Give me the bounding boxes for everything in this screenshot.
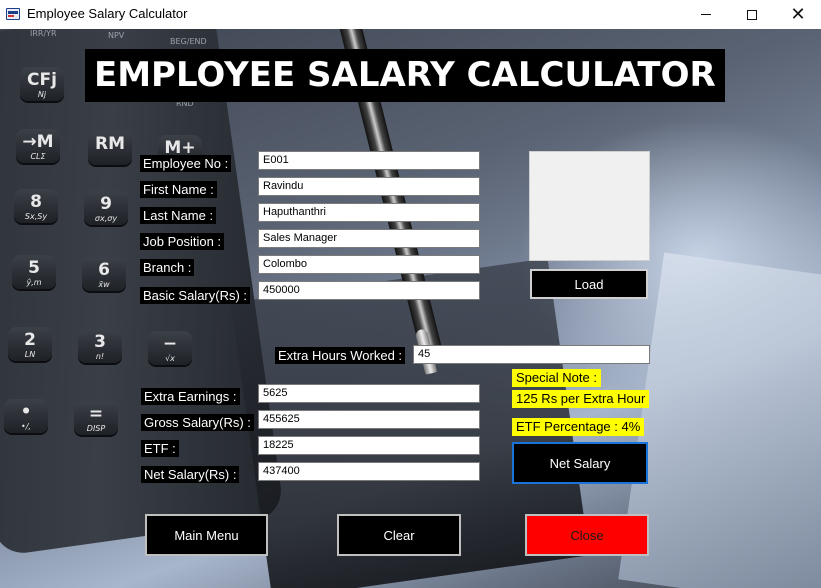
key-5-sub-text: ŷ,m	[26, 278, 42, 287]
key-3-text: 3	[94, 332, 106, 352]
last-name-label: Last Name :	[140, 207, 217, 224]
app-icon	[6, 8, 20, 20]
key-3-sub-text: n!	[95, 352, 105, 361]
job-position-label: Job Position :	[140, 233, 225, 250]
key-9-sub-text: σx,σy	[94, 214, 118, 223]
key-eq-text: =	[88, 404, 104, 424]
key-label-beg-end: BEG/END	[170, 37, 207, 46]
close-button[interactable]: Close	[525, 514, 649, 556]
extra-hours-field[interactable]: 45	[413, 345, 650, 364]
calculator-key-2: 2 LN	[8, 327, 52, 361]
calculator-key-arrow-m: →M CLΣ	[16, 129, 60, 163]
etf-percentage-note: ETF Percentage : 4%	[512, 418, 645, 436]
key-label-npv: NPV	[108, 31, 125, 40]
maximize-button[interactable]	[729, 0, 775, 29]
key-6-sub-text: x̄w	[98, 280, 110, 289]
calculator-key-rm: RM	[88, 131, 132, 165]
title-bar: Employee Salary Calculator ✕	[0, 0, 821, 29]
clear-button[interactable]: Clear	[337, 514, 461, 556]
close-icon: ✕	[790, 4, 806, 25]
extra-earnings-field[interactable]: 5625	[258, 384, 480, 403]
extra-earnings-label: Extra Earnings :	[141, 388, 240, 405]
net-salary-button[interactable]: Net Salary	[512, 442, 648, 484]
branch-field[interactable]: Colombo	[258, 255, 480, 274]
net-salary-label: Net Salary(Rs) :	[141, 466, 240, 483]
basic-salary-field[interactable]: 450000	[258, 281, 480, 300]
key-minus-sub-text: √x	[165, 354, 175, 363]
calculator-key-8: 8 Sx,Sy	[14, 189, 58, 223]
key-9-text: 9	[100, 194, 112, 214]
calculator-key-cfj: CFj Nj	[20, 67, 64, 101]
key-rm-text: RM	[94, 134, 125, 154]
key-eq-sub-text: DISP	[86, 424, 106, 433]
calculator-key-5: 5 ŷ,m	[12, 255, 56, 289]
key-2-text: 2	[24, 330, 36, 350]
employee-no-field[interactable]: E001	[258, 151, 480, 170]
extra-hours-label: Extra Hours Worked :	[275, 347, 406, 364]
calculator-key-minus: − √x	[148, 331, 192, 365]
minimize-icon	[701, 14, 711, 15]
calculator-key-6: 6 x̄w	[82, 257, 126, 291]
key-nj-text: Nj	[37, 90, 47, 99]
calculator-key-equals: = DISP	[74, 401, 118, 435]
extra-hour-rate-note: 125 Rs per Extra Hour	[512, 390, 650, 408]
gross-salary-field[interactable]: 455625	[258, 410, 480, 429]
minimize-button[interactable]	[683, 0, 729, 29]
key-cl-sigma-text: CLΣ	[30, 152, 46, 161]
employee-photo	[529, 151, 650, 261]
key-2-sub-text: LN	[24, 350, 36, 359]
key-8-text: 8	[30, 192, 42, 212]
net-salary-field[interactable]: 437400	[258, 462, 480, 481]
load-button[interactable]: Load	[530, 269, 648, 299]
form-background: IRR/YR NPV BEG/END CFj Nj RND →M CLΣ RM M+…	[0, 29, 821, 588]
window-close-button[interactable]: ✕	[775, 0, 821, 29]
gross-salary-label: Gross Salary(Rs) :	[141, 414, 254, 431]
special-note-label: Special Note :	[512, 369, 601, 387]
calculator-key-3: 3 n!	[78, 329, 122, 363]
page-title: EMPLOYEE SALARY CALCULATOR	[85, 49, 725, 102]
etf-label: ETF :	[141, 440, 179, 457]
key-cfj-text: CFj	[27, 70, 57, 90]
key-8-sub-text: Sx,Sy	[24, 212, 48, 221]
etf-field[interactable]: 18225	[258, 436, 480, 455]
first-name-label: First Name :	[140, 181, 217, 198]
employee-no-label: Employee No :	[140, 155, 232, 172]
window-title: Employee Salary Calculator	[27, 6, 188, 21]
calculator-key-9: 9 σx,σy	[84, 191, 128, 225]
maximize-icon	[747, 9, 757, 20]
main-menu-button[interactable]: Main Menu	[145, 514, 268, 556]
key-dot-text: •	[20, 402, 32, 422]
last-name-field[interactable]: Haputhanthri	[258, 203, 480, 222]
job-position-field[interactable]: Sales Manager	[258, 229, 480, 248]
key-label-irr: IRR/YR	[30, 29, 57, 38]
key-6-text: 6	[98, 260, 110, 280]
key-arrow-m-text: →M	[22, 132, 54, 152]
basic-salary-label: Basic Salary(Rs) :	[140, 287, 251, 304]
first-name-field[interactable]: Ravindu	[258, 177, 480, 196]
key-dot-sub-text: •/,	[21, 422, 31, 431]
calculator-key-dot: • •/,	[4, 399, 48, 433]
branch-label: Branch :	[140, 259, 195, 276]
key-5-text: 5	[28, 258, 40, 278]
